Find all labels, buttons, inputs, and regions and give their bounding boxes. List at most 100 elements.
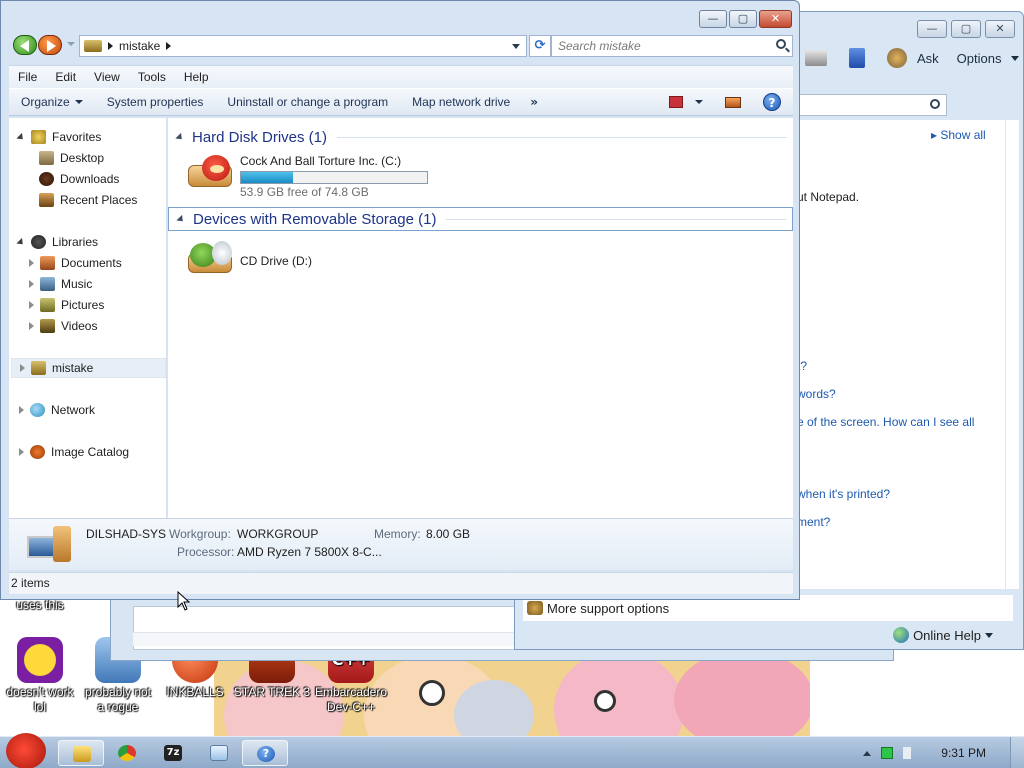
taskbar-app-7zip[interactable]: 7z <box>150 740 196 766</box>
menu-tools[interactable]: Tools <box>129 70 175 84</box>
vertical-scrollbar[interactable] <box>1005 120 1019 589</box>
expand-arrow-icon[interactable] <box>29 259 34 267</box>
close-button[interactable]: ✕ <box>985 20 1015 38</box>
preview-pane-icon[interactable] <box>725 96 741 108</box>
close-button[interactable]: ✕ <box>759 10 792 28</box>
volume-icon[interactable] <box>903 747 918 759</box>
change-view-icon[interactable] <box>669 96 683 108</box>
collapse-arrow-icon[interactable] <box>175 132 185 142</box>
minimize-button[interactable]: — <box>699 10 727 28</box>
network-status-icon[interactable] <box>881 747 894 759</box>
desktop-icon-yahoo[interactable]: doesn't work lol <box>0 637 80 715</box>
back-button[interactable] <box>13 35 37 55</box>
help-topic-link[interactable]: when it's printed? <box>797 487 890 501</box>
nav-item-favorites[interactable]: Favorites <box>16 127 101 147</box>
uninstall-program-button[interactable]: Uninstall or change a program <box>215 95 400 109</box>
computer-icon <box>31 361 46 375</box>
search-input[interactable] <box>558 38 768 54</box>
expand-arrow-icon[interactable] <box>19 406 24 414</box>
refresh-button[interactable]: ⟳ <box>529 35 551 57</box>
recent-pages-dropdown[interactable] <box>67 42 75 46</box>
nav-item-label: Videos <box>61 319 98 333</box>
content-pane: Hard Disk Drives (1) Cock And Ball Tortu… <box>168 118 793 518</box>
clock[interactable]: 9:31 PM <box>941 746 986 760</box>
print-icon[interactable] <box>805 50 827 66</box>
search-box[interactable] <box>551 35 793 57</box>
expand-arrow-icon[interactable] <box>29 322 34 330</box>
chrome-icon <box>118 745 136 761</box>
maximize-button[interactable]: ▢ <box>729 10 757 28</box>
show-hidden-icons-icon[interactable] <box>863 750 872 756</box>
expand-arrow-icon[interactable] <box>16 132 26 142</box>
taskbar-app-explorer[interactable] <box>58 740 104 766</box>
help-search-input[interactable] <box>795 94 947 116</box>
breadcrumb-arrow-icon[interactable] <box>166 42 172 50</box>
expand-arrow-icon[interactable] <box>20 364 25 372</box>
menu-edit[interactable]: Edit <box>46 70 85 84</box>
nav-item-downloads[interactable]: Downloads <box>39 169 119 189</box>
nav-item-pictures[interactable]: Pictures <box>29 295 104 315</box>
taskbar-app-notepad[interactable] <box>196 740 242 766</box>
breadcrumb-arrow-icon[interactable] <box>108 42 113 50</box>
nav-item-label: mistake <box>52 361 94 375</box>
online-help-button[interactable]: Online Help <box>893 627 993 643</box>
show-desktop-button[interactable] <box>1010 737 1024 768</box>
drive-c[interactable]: Cock And Ball Torture Inc. (C:) 53.9 GB … <box>186 153 428 199</box>
nav-item-image-catalog[interactable]: Image Catalog <box>19 442 129 462</box>
help-topic-link[interactable]: ment? <box>797 515 830 529</box>
menu-view[interactable]: View <box>85 70 129 84</box>
nav-item-computer[interactable]: mistake <box>11 358 166 378</box>
desktop-icon-partial[interactable]: uses this <box>0 598 80 613</box>
expand-arrow-icon[interactable] <box>16 237 26 247</box>
expand-arrow-icon[interactable] <box>19 448 24 456</box>
chevron-down-icon[interactable] <box>1011 55 1020 61</box>
desktop-icon-label: Dev-C++ <box>326 700 376 714</box>
more-commands-button[interactable]: » <box>522 95 546 109</box>
organize-button[interactable]: Organize <box>9 95 95 109</box>
system-properties-button[interactable]: System properties <box>95 95 216 109</box>
nav-item-music[interactable]: Music <box>29 274 92 294</box>
nav-item-desktop[interactable]: Desktop <box>39 148 104 168</box>
help-icon[interactable]: ? <box>763 93 781 111</box>
menu-file[interactable]: File <box>9 70 46 84</box>
nav-item-network[interactable]: Network <box>19 400 95 420</box>
menu-help[interactable]: Help <box>175 70 218 84</box>
taskbar-app-help[interactable]: ? <box>242 740 288 766</box>
help-topic-link[interactable]: e of the screen. How can I see all <box>797 415 974 429</box>
show-all-link[interactable]: ▸ Show all <box>931 128 986 142</box>
map-network-drive-button[interactable]: Map network drive <box>400 95 522 109</box>
search-icon[interactable] <box>930 99 940 109</box>
search-icon[interactable] <box>776 39 786 49</box>
nav-item-videos[interactable]: Videos <box>29 316 97 336</box>
address-dropdown-icon[interactable] <box>512 44 520 49</box>
nav-item-label: Pictures <box>61 298 105 312</box>
forward-button[interactable] <box>38 35 62 55</box>
start-button[interactable] <box>2 733 46 768</box>
breadcrumb-computer[interactable]: mistake <box>119 39 160 53</box>
ask-icon[interactable] <box>887 48 907 68</box>
options-button[interactable]: Options <box>957 51 1002 66</box>
maximize-button[interactable]: ▢ <box>951 20 981 38</box>
nav-item-recent-places[interactable]: Recent Places <box>39 190 137 210</box>
group-header-hard-disk-drives[interactable]: Hard Disk Drives (1) <box>168 125 793 149</box>
explorer-window[interactable]: — ▢ ✕ mistake ⟳ File Edit View Tools Hel… <box>0 0 800 600</box>
yahoo-messenger-icon <box>17 637 63 683</box>
nav-item-libraries[interactable]: Libraries <box>16 232 98 252</box>
drive-d[interactable]: CD Drive (D:) <box>186 239 312 277</box>
browse-help-icon[interactable] <box>849 48 865 68</box>
help-topic-link[interactable]: words? <box>797 387 836 401</box>
address-bar[interactable]: mistake <box>79 35 527 57</box>
collapse-arrow-icon[interactable] <box>176 214 186 224</box>
group-header-label: Hard Disk Drives (1) <box>192 128 328 146</box>
chevron-down-icon[interactable] <box>695 100 703 104</box>
expand-arrow-icon[interactable] <box>29 301 34 309</box>
expand-arrow-icon[interactable] <box>29 280 34 288</box>
drive-usage-bar <box>240 171 428 184</box>
item-count: 2 items <box>11 576 50 590</box>
nav-item-documents[interactable]: Documents <box>29 253 122 273</box>
image-catalog-icon <box>30 445 45 459</box>
minimize-button[interactable]: — <box>917 20 947 38</box>
taskbar-app-chrome[interactable] <box>104 740 150 766</box>
ask-button[interactable]: Ask <box>917 51 939 66</box>
group-header-removable-storage[interactable]: Devices with Removable Storage (1) <box>168 207 793 231</box>
